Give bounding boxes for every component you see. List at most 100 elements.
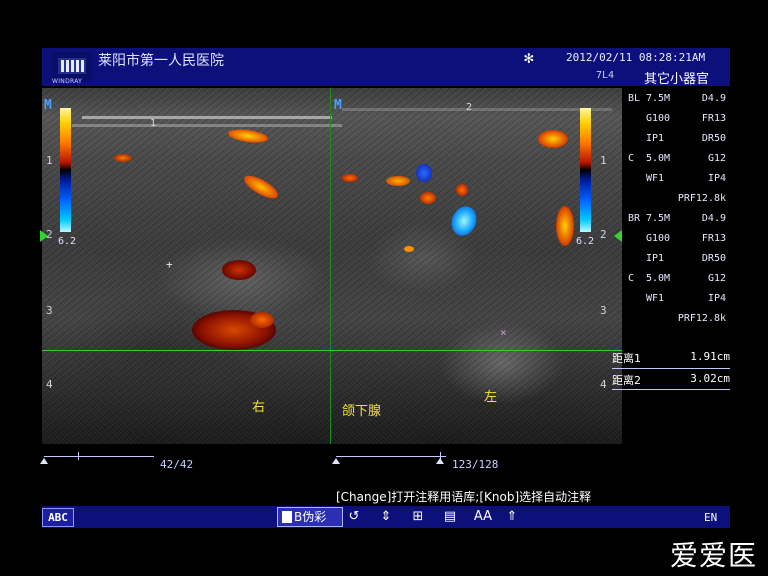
parameter-cell: D4.9 <box>701 213 726 224</box>
measurement-label: 距离2 <box>612 374 641 387</box>
skin-band <box>342 108 612 111</box>
measurement-line[interactable] <box>42 350 622 351</box>
depth-label: 2 <box>600 228 607 241</box>
cursor-label: 1 <box>150 118 157 129</box>
parameter-row: BR 7.5M D4.9 <box>626 210 730 230</box>
rotate-icon[interactable]: ↺ <box>344 508 364 526</box>
cursor-label: 2 <box>466 102 473 113</box>
parameter-cell: PRF12.8k <box>677 193 726 204</box>
parameter-cell: G12 <box>707 153 726 164</box>
depth-label: 3 <box>46 304 53 317</box>
measurement-value: 3.02cm <box>690 372 730 385</box>
color-flow <box>456 184 468 196</box>
parameter-row: WF1 IP4 <box>626 170 730 190</box>
logo-text: WINDRAY <box>52 78 83 85</box>
watermark: 爱爱医 <box>670 539 758 572</box>
parameter-row: G100 FR13 <box>626 230 730 250</box>
depth-label: 4 <box>46 378 53 391</box>
depth-label: 1 <box>600 154 607 167</box>
color-scale-value: 6.2 <box>58 236 77 247</box>
flip-vertical-icon[interactable]: ⇕ <box>376 508 396 526</box>
divider <box>612 389 730 390</box>
skin-band <box>82 116 332 119</box>
color-flow <box>556 206 574 246</box>
color-scale-value: 6.2 <box>576 236 595 247</box>
parameter-row: IP1 DR50 <box>626 250 730 270</box>
parameter-cell: IP1 <box>646 133 665 144</box>
color-flow <box>386 176 410 186</box>
parameter-row: C 5.0M G12 <box>626 270 730 290</box>
measure-cursor-icon[interactable]: + <box>166 258 173 271</box>
parameter-cell: G12 <box>707 273 726 284</box>
annotation-abc-button[interactable]: ABC <box>42 508 74 527</box>
cine-slider-left[interactable] <box>44 456 154 457</box>
parameter-cell: IP4 <box>707 173 726 184</box>
color-flow <box>227 127 269 145</box>
depth-label: 1 <box>46 154 53 167</box>
b-pseudocolor-label: B伪彩 <box>294 510 327 524</box>
hospital-name: 莱阳市第一人民医院 <box>98 53 224 69</box>
ultrasound-image[interactable]: × + <box>42 88 622 444</box>
parameter-cell: C <box>628 273 635 284</box>
frame-counter-right: 123/128 <box>452 458 499 471</box>
measure-cursor-icon[interactable]: × <box>500 326 507 339</box>
language-indicator[interactable]: EN <box>704 511 717 524</box>
parameter-cell: DR50 <box>701 133 726 144</box>
report-icon[interactable]: ▤ <box>440 508 460 526</box>
parameter-row: G100 FR13 <box>626 110 730 130</box>
color-flow <box>250 312 274 328</box>
color-flow <box>538 130 568 148</box>
parameter-cell: IP4 <box>707 293 726 304</box>
color-flow <box>404 246 414 252</box>
measurement-value: 1.91cm <box>690 350 730 363</box>
parameter-cell: BR <box>628 213 641 224</box>
b-pseudocolor-button[interactable]: B伪彩 <box>277 507 343 527</box>
cine-start-arrow-icon <box>332 458 340 464</box>
baseline-marker-icon[interactable] <box>40 230 48 242</box>
annotation-right[interactable]: 右 <box>252 396 265 415</box>
cine-slider-thumb[interactable] <box>78 452 79 460</box>
color-flow <box>241 171 281 203</box>
parameter-row: C 5.0M G12 <box>626 150 730 170</box>
exam-preset[interactable]: 其它小器官 <box>644 68 709 87</box>
dual-image-divider <box>330 88 331 444</box>
measurement-label: 距离1 <box>612 352 641 365</box>
parameter-cell: FR13 <box>701 233 726 244</box>
parameter-cell: WF1 <box>646 173 665 184</box>
cine-end-arrow-icon <box>436 458 444 464</box>
parameter-cell: 5.0M <box>646 153 671 164</box>
cine-slider-right[interactable] <box>336 456 446 457</box>
baseline-marker-icon[interactable] <box>614 230 622 242</box>
parameter-cell: 7.5M <box>646 213 671 224</box>
font-size-icon[interactable]: AA <box>470 508 496 526</box>
parameter-cell: FR13 <box>701 113 726 124</box>
grid-layout-icon[interactable]: ⊞ <box>408 508 428 526</box>
parameter-cell: G100 <box>646 233 671 244</box>
measurement-2: 距离2 3.02cm <box>612 370 730 390</box>
date-time: 2012/02/11 08:28:21AM <box>566 51 706 64</box>
divider <box>612 368 730 369</box>
parameter-row: BL 7.5M D4.9 <box>626 90 730 110</box>
measurement-1: 距离1 1.91cm <box>612 348 730 368</box>
parameter-row: PRF12.8k <box>626 190 730 210</box>
annotation-submandibular[interactable]: 颌下腺 <box>342 400 381 419</box>
frame-counter-left: 42/42 <box>160 458 194 471</box>
color-flow <box>416 164 432 182</box>
parameter-cell: BL <box>628 93 641 104</box>
parameter-row: IP1 DR50 <box>626 130 730 150</box>
parameter-row: PRF12.8k <box>626 310 730 330</box>
parameter-cell: D4.9 <box>701 93 726 104</box>
annotation-left[interactable]: 左 <box>484 386 497 405</box>
help-hint: [Change]打开注释用语库;[Knob]选择自动注释 <box>336 490 592 504</box>
snowflake-freeze-icon[interactable]: ✻ <box>524 48 534 67</box>
depth-label: 4 <box>600 378 607 391</box>
parameter-cell: C <box>628 153 635 164</box>
m-marker-icon: M <box>44 98 52 113</box>
parameter-cell: PRF12.8k <box>677 313 726 324</box>
m-marker-icon: M <box>334 98 342 113</box>
parameter-cell: 7.5M <box>646 93 671 104</box>
parameter-cell: 5.0M <box>646 273 671 284</box>
arrow-up-icon[interactable]: ⇑ <box>502 508 522 526</box>
parameter-cell: G100 <box>646 113 671 124</box>
cine-start-arrow-icon <box>40 458 48 464</box>
